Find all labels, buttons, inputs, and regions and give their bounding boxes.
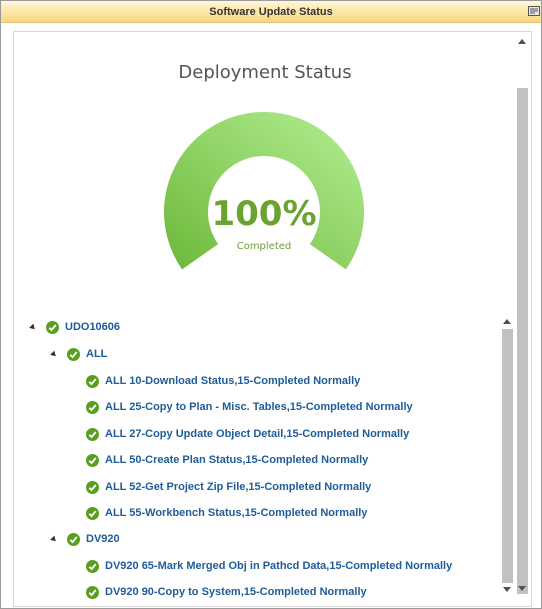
scroll-down-arrow-icon[interactable] — [518, 586, 526, 591]
tree-item-label: DV920 90-Copy to System,15-Completed Nor… — [105, 586, 367, 598]
panel-scroll-thumb[interactable] — [517, 88, 528, 594]
collapse-arrow-icon[interactable] — [50, 350, 58, 358]
tree-item[interactable]: ALL 50-Create Plan Status,15-Completed N… — [86, 451, 368, 469]
tree-item-label: ALL 52-Get Project Zip File,15-Completed… — [105, 481, 372, 493]
scroll-down-arrow-icon[interactable] — [503, 587, 511, 592]
collapse-arrow-icon[interactable] — [29, 323, 37, 331]
software-update-status-window: Software Update Status Deployment Status… — [0, 0, 542, 609]
tree-item-label: ALL 10-Download Status,15-Completed Norm… — [105, 375, 361, 387]
title-bar: Software Update Status — [1, 1, 541, 23]
tree-node-group-all[interactable]: ALL — [50, 345, 108, 363]
gauge-title: Deployment Status — [178, 62, 352, 83]
check-circle-icon — [86, 480, 99, 494]
window-title: Software Update Status — [209, 6, 333, 18]
scroll-up-arrow-icon[interactable] — [503, 319, 511, 324]
tree-node-label: UDO10606 — [65, 321, 121, 333]
tree-scrollbar[interactable] — [500, 315, 515, 597]
tree-item[interactable]: ALL 55-Workbench Status,15-Completed Nor… — [86, 504, 367, 522]
tree-item[interactable]: DV920 65-Mark Merged Obj in Pathcd Data,… — [86, 557, 452, 575]
tree-item[interactable]: ALL 25-Copy to Plan - Misc. Tables,15-Co… — [86, 398, 413, 416]
check-circle-icon — [86, 559, 99, 573]
tree-item[interactable]: ALL 52-Get Project Zip File,15-Completed… — [86, 478, 371, 496]
panel-scrollbar[interactable] — [514, 32, 531, 606]
check-circle-icon — [86, 427, 99, 441]
tree-node-root[interactable]: UDO10606 — [29, 318, 121, 336]
check-circle-icon — [67, 532, 80, 546]
collapse-arrow-icon[interactable] — [50, 535, 58, 543]
tree-node-group-dv920[interactable]: DV920 — [50, 530, 120, 548]
tree-node-label: DV920 — [86, 533, 120, 545]
tree-item-label: ALL 50-Create Plan Status,15-Completed N… — [105, 454, 369, 466]
check-circle-icon — [86, 374, 99, 388]
check-circle-icon — [86, 585, 99, 599]
status-tree: UDO10606 ALL ALL 10-Download Status,15-C… — [14, 315, 500, 606]
tree-scroll-thumb[interactable] — [502, 329, 513, 583]
check-circle-icon — [86, 506, 99, 520]
check-circle-icon — [86, 400, 99, 414]
check-circle-icon — [67, 347, 80, 361]
tree-item[interactable]: DV920 90-Copy to System,15-Completed Nor… — [86, 583, 367, 601]
tree-item[interactable]: ALL 27-Copy Update Object Detail,15-Comp… — [86, 425, 409, 443]
content-panel: Deployment Status 100% Completed UDO1060… — [13, 31, 532, 607]
tree-item-label: ALL 25-Copy to Plan - Misc. Tables,15-Co… — [105, 401, 413, 413]
gauge-value: 100% — [211, 194, 317, 234]
window-menu-icon[interactable] — [528, 6, 540, 16]
tree-item-label: ALL 55-Workbench Status,15-Completed Nor… — [105, 507, 368, 519]
tree-item-label: DV920 65-Mark Merged Obj in Pathcd Data,… — [105, 560, 453, 572]
check-circle-icon — [46, 320, 59, 334]
gauge-caption: Completed — [236, 241, 292, 252]
tree-item-label: ALL 27-Copy Update Object Detail,15-Comp… — [105, 428, 410, 440]
tree-item[interactable]: ALL 10-Download Status,15-Completed Norm… — [86, 372, 360, 390]
tree-node-label: ALL — [86, 348, 108, 360]
scroll-up-arrow-icon[interactable] — [518, 39, 526, 44]
check-circle-icon — [86, 453, 99, 467]
